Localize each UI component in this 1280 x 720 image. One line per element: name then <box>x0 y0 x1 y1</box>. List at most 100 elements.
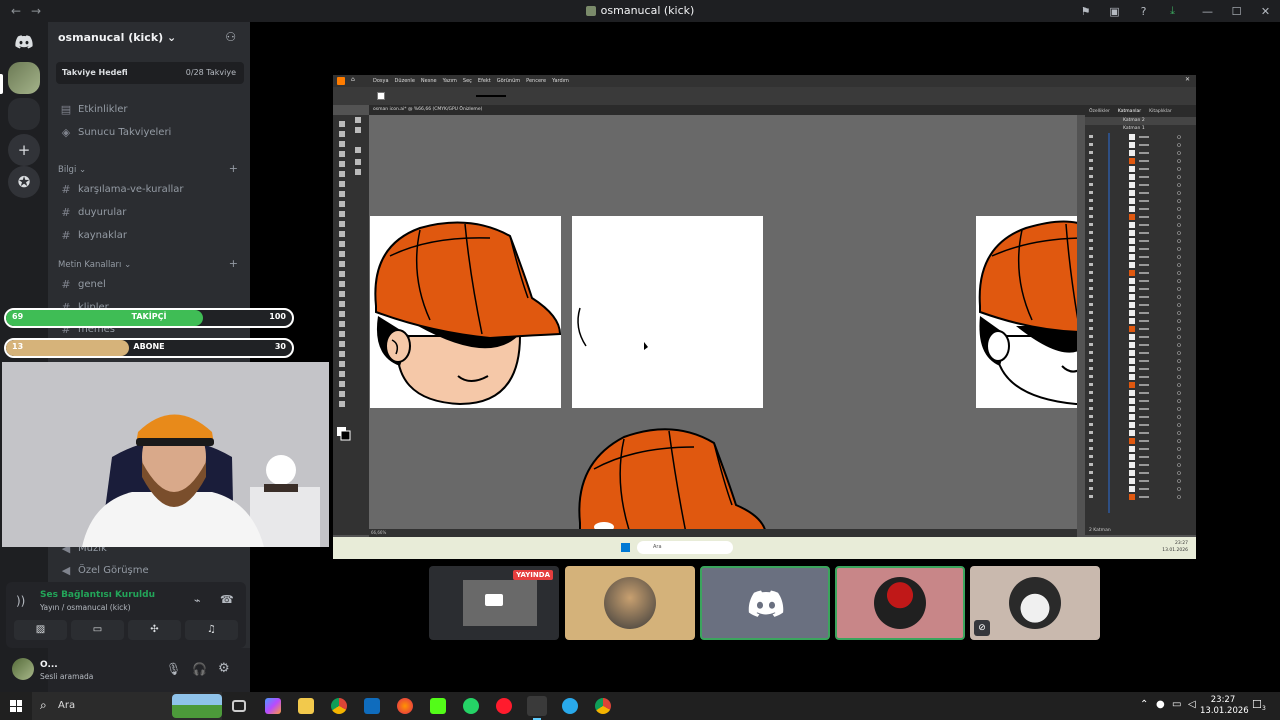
visibility-eye-icon <box>1089 439 1093 442</box>
screen-icon[interactable]: ▣ <box>1100 5 1129 18</box>
cap-drawing[interactable] <box>574 423 774 529</box>
category-bilgi[interactable]: Bilgi ⌄ <box>58 165 86 175</box>
tool-icons[interactable] <box>333 115 369 495</box>
panel-tab-layers[interactable]: Katmanlar <box>1118 109 1141 114</box>
visibility-eye-icon <box>1089 279 1093 282</box>
discord-taskbar-icon[interactable] <box>527 696 547 716</box>
menu-item[interactable]: Yazım <box>443 78 457 84</box>
download-icon[interactable]: ⤓ <box>1158 4 1187 18</box>
ai-canvas[interactable] <box>369 115 1077 529</box>
microphone-icon[interactable]: 🎙 <box>166 662 181 676</box>
artboard-2[interactable] <box>572 216 763 408</box>
fill-swatch[interactable] <box>377 92 385 100</box>
chrome-icon[interactable] <box>331 698 347 714</box>
tile-stream-preview[interactable]: YAYINDA <box>429 566 559 640</box>
inbox-icon[interactable]: ⚑ <box>1071 5 1100 18</box>
zoom-level[interactable]: 66,66% <box>371 530 386 535</box>
sublayer-thumbnail <box>1129 494 1135 500</box>
boosters-item[interactable]: ◈ Sunucu Takviyeleri <box>56 122 244 142</box>
boost-goal[interactable]: Takviye Hedefi 0/28 Takviye <box>56 62 244 84</box>
help-icon[interactable]: ? <box>1129 5 1158 18</box>
ai-close-icon[interactable]: ✕ <box>1185 76 1190 83</box>
channel-item[interactable]: # genel <box>56 274 244 294</box>
opera-icon[interactable] <box>496 698 512 714</box>
menu-item[interactable]: Pencere <box>526 78 546 84</box>
add-channel-icon[interactable]: + <box>229 257 238 270</box>
sublayer-thumbnail <box>1129 478 1135 484</box>
layer-row[interactable]: Katman 1 <box>1085 125 1196 133</box>
avatar[interactable] <box>12 658 34 680</box>
channel-item[interactable]: # kaynaklar <box>56 225 244 245</box>
user-panel: O... Sesli aramada 🎙 🎧 ⚙ <box>12 648 250 692</box>
artboard-3[interactable] <box>976 216 1077 408</box>
soundboard-button[interactable]: ♫ <box>185 620 238 640</box>
tray-network-icon[interactable]: ▭ <box>1172 699 1181 710</box>
tray-mic-icon[interactable]: ● <box>1156 699 1165 710</box>
panel-tab-libraries[interactable]: Kitaplıklar <box>1149 109 1172 114</box>
sublayer-name <box>1139 408 1149 410</box>
maximize-button[interactable]: ☐ <box>1222 5 1251 18</box>
taskbar-search-box[interactable]: ⌕ Ara <box>32 692 222 720</box>
file-explorer-icon[interactable] <box>298 698 314 714</box>
noise-suppression-icon[interactable]: ⌁ <box>194 594 201 607</box>
menu-item[interactable]: Efekt <box>478 78 491 84</box>
discord-home-icon[interactable] <box>8 26 40 58</box>
tray-volume-icon[interactable]: ◁ <box>1188 699 1196 710</box>
copilot-icon[interactable] <box>265 698 281 714</box>
whatsapp-icon[interactable] <box>463 698 479 714</box>
server-osmanucal-icon[interactable] <box>8 62 40 94</box>
task-view-icon[interactable] <box>232 700 246 712</box>
menu-item[interactable]: Seç <box>463 78 472 84</box>
voice-status[interactable]: Ses Bağlantısı Kuruldu <box>40 590 155 600</box>
chrome-profile-icon[interactable] <box>595 698 611 714</box>
tray-chevron-icon[interactable]: ⌃ <box>1140 699 1148 710</box>
kick-icon[interactable] <box>430 698 446 714</box>
menu-item[interactable]: Dosya <box>373 78 389 84</box>
layer-row[interactable]: Katman 2 <box>1085 117 1196 125</box>
category-metin[interactable]: Metin Kanalları ⌄ <box>58 260 131 270</box>
events-item[interactable]: ▤ Etkinlikler <box>56 99 244 119</box>
hash-icon: # <box>61 205 71 219</box>
activities-button[interactable]: ✣ <box>128 620 181 640</box>
add-channel-icon[interactable]: + <box>229 162 238 175</box>
server-header[interactable]: osmanucal (kick) ⌄ ⚇ <box>48 22 250 54</box>
menu-item[interactable]: Görünüm <box>497 78 520 84</box>
telegram-icon[interactable] <box>562 698 578 714</box>
add-server-icon[interactable]: + <box>8 134 40 166</box>
tile-participant[interactable] <box>835 566 965 640</box>
menu-item[interactable]: Nesne <box>421 78 437 84</box>
home-icon[interactable]: ⌂ <box>351 76 355 83</box>
channel-item[interactable]: # karşılama-ve-kurallar <box>56 179 244 199</box>
headphones-icon[interactable]: 🎧 <box>192 662 207 676</box>
menu-item[interactable]: Yardım <box>552 78 569 84</box>
calendar-icon: ▤ <box>60 102 72 116</box>
camera-off-button[interactable]: ▨ <box>14 620 67 640</box>
visibility-eye-icon <box>1089 495 1093 498</box>
channel-item[interactable]: # duyurular <box>56 202 244 222</box>
taskbar-clock[interactable]: 23:27 13.01.2026 <box>1200 695 1249 717</box>
explore-icon[interactable]: ✪ <box>8 166 40 198</box>
settings-gear-icon[interactable]: ⚙ <box>218 661 230 676</box>
screen-share-button[interactable]: ▭ <box>71 620 124 640</box>
close-button[interactable]: ✕ <box>1251 5 1280 18</box>
tile-participant[interactable] <box>700 566 830 640</box>
sublayer-name <box>1139 416 1149 418</box>
sublayer-list[interactable] <box>1085 133 1196 513</box>
artboard-1[interactable] <box>370 216 562 408</box>
menu-item[interactable]: Düzenle <box>395 78 415 84</box>
minimize-button[interactable]: — <box>1193 5 1222 18</box>
voice-channel-item[interactable]: ◀ Özel Görüşme <box>56 560 244 580</box>
disconnect-icon[interactable]: ☎ <box>220 593 234 606</box>
firefox-icon[interactable] <box>397 698 413 714</box>
panel-tab-properties[interactable]: Özellikler <box>1089 109 1110 114</box>
server-folder-icon[interactable] <box>8 98 40 130</box>
tile-participant[interactable] <box>565 566 695 640</box>
windows-start-icon[interactable] <box>10 700 22 712</box>
notifications-icon[interactable]: ☐ <box>1252 698 1262 711</box>
sublayer-thumbnail <box>1129 262 1135 268</box>
add-member-icon[interactable]: ⚇ <box>225 30 236 44</box>
document-tab[interactable]: osman icon.ai* @ %66,66 (CMYK/GPU Önizle… <box>373 107 482 112</box>
tile-participant[interactable]: ⊘ <box>970 566 1100 640</box>
shared-screen-illustrator[interactable]: ⌂ Dosya Düzenle Nesne Yazım Seç Efekt Gö… <box>333 75 1196 559</box>
outlook-icon[interactable] <box>364 698 380 714</box>
